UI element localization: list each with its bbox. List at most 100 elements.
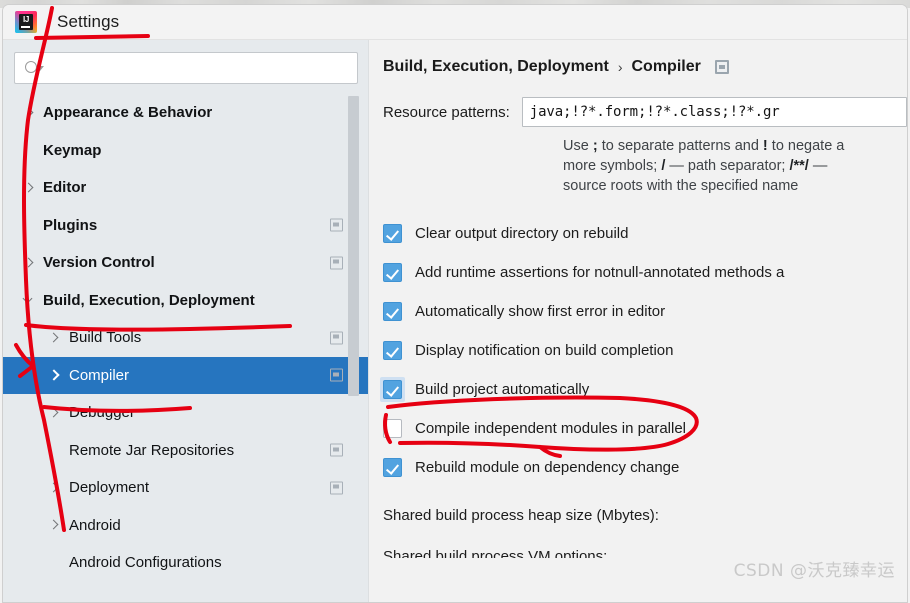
checkbox-row-display-notification-on-build-completion[interactable]: Display notification on build completion	[383, 331, 907, 370]
project-scope-icon[interactable]	[330, 218, 343, 232]
help-line: source roots with the specified name	[563, 178, 799, 194]
checkbox-label[interactable]: Rebuild module on dependency change	[415, 459, 679, 476]
checkbox-hitbox[interactable]	[380, 377, 405, 402]
chevron-right-icon[interactable]	[23, 108, 33, 118]
sidebar-item-appearance-behavior[interactable]: Appearance & Behavior	[3, 94, 369, 132]
sidebar-item-label: Appearance & Behavior	[43, 104, 213, 122]
chevron-right-icon[interactable]	[48, 408, 58, 418]
sidebar-item-label: Build Tools	[69, 329, 142, 347]
settings-sidebar: Appearance & Behavior Keymap Editor Plugins…	[3, 40, 369, 602]
chevron-right-icon[interactable]	[48, 520, 58, 530]
breadcrumb-root[interactable]: Build, Execution, Deployment	[383, 58, 609, 76]
sidebar-item-debugger[interactable]: Debugger	[3, 394, 369, 432]
checkbox-row-compile-independent-modules-in-parallel[interactable]: Compile independent modules in parallel	[383, 409, 907, 448]
checkbox-row-rebuild-module-on-dependency-change[interactable]: Rebuild module on dependency change	[383, 448, 907, 487]
settings-window-root: IJ Settings Appearance & Behavior Keymap E…	[0, 0, 910, 603]
breadcrumb-separator-icon: ›	[617, 59, 623, 75]
checkbox-checked-icon[interactable]	[383, 380, 402, 399]
checkbox-checked-icon[interactable]	[383, 458, 402, 477]
sidebar-scrollbar-thumb[interactable]	[348, 96, 359, 396]
chevron-down-icon	[36, 66, 44, 71]
chevron-right-icon[interactable]	[23, 183, 33, 193]
sidebar-item-editor[interactable]: Editor	[3, 169, 369, 207]
sidebar-item-deployment[interactable]: Deployment	[3, 469, 369, 507]
sidebar-scrollbar[interactable]	[348, 94, 359, 597]
help-line: more symbols; / — path separator; /**/ —	[563, 158, 828, 174]
chevron-right-icon[interactable]	[48, 333, 58, 343]
sidebar-item-version-control[interactable]: Version Control	[3, 244, 369, 282]
sidebar-item-label: Android	[69, 516, 121, 534]
sidebar-item-label: Editor	[43, 179, 87, 197]
project-scope-icon[interactable]	[714, 60, 729, 74]
sidebar-item-label: Compiler	[69, 366, 130, 384]
chevron-right-icon[interactable]	[48, 370, 58, 380]
sidebar-item-label: Android Configurations	[69, 554, 222, 572]
breadcrumb: Build, Execution, Deployment › Compiler	[369, 40, 907, 76]
checkbox-label[interactable]: Build project automatically	[415, 381, 589, 398]
settings-content-pane: Build, Execution, Deployment › Compiler …	[369, 40, 907, 602]
title-bar: IJ Settings	[3, 5, 907, 40]
search-input[interactable]	[41, 60, 357, 76]
window-title: Settings	[57, 12, 120, 31]
checkbox-hitbox[interactable]	[383, 224, 402, 243]
resource-patterns-row: Resource patterns: java;!?*.form;!?*.cla…	[369, 97, 907, 127]
sidebar-item-label: Plugins	[43, 216, 98, 234]
checkbox-row-add-runtime-assertions-for-notnull-annotated[interactable]: Add runtime assertions for notnull-annot…	[383, 253, 907, 292]
settings-tree: Appearance & Behavior Keymap Editor Plugins…	[3, 94, 369, 597]
intellij-idea-logo-icon: IJ	[15, 11, 37, 33]
search-box[interactable]	[14, 52, 358, 84]
chevron-right-icon[interactable]	[23, 258, 33, 268]
checkbox-hitbox[interactable]	[383, 458, 402, 477]
checkbox-checked-icon[interactable]	[383, 263, 402, 282]
resource-patterns-input[interactable]: java;!?*.form;!?*.class;!?*.gr	[521, 97, 907, 127]
project-scope-icon[interactable]	[330, 256, 343, 270]
checkbox-label[interactable]: Clear output directory on rebuild	[415, 225, 628, 242]
checkbox-unchecked-icon[interactable]	[383, 419, 402, 438]
project-scope-icon[interactable]	[330, 331, 343, 345]
sidebar-item-remote-jar-repositories[interactable]: Remote Jar Repositories	[3, 432, 369, 470]
sidebar-item-label: Deployment	[69, 479, 150, 497]
sidebar-item-keymap[interactable]: Keymap	[3, 132, 369, 170]
sidebar-item-android[interactable]: Android	[3, 507, 369, 545]
checkbox-label[interactable]: Display notification on build completion	[415, 342, 673, 359]
help-line: Use ; to separate patterns and ! to nega…	[563, 138, 845, 154]
heap-size-label: Shared build process heap size (Mbytes):	[383, 507, 659, 524]
sidebar-item-android-configurations[interactable]: Android Configurations	[3, 544, 369, 582]
project-scope-icon[interactable]	[330, 443, 343, 457]
dialog-body: Appearance & Behavior Keymap Editor Plugins…	[3, 40, 907, 602]
checkbox-hitbox[interactable]	[383, 263, 402, 282]
resource-patterns-label: Resource patterns:	[383, 103, 510, 121]
checkbox-label[interactable]: Compile independent modules in parallel	[415, 420, 686, 437]
checkbox-label[interactable]: Automatically show first error in editor	[415, 303, 665, 320]
chevron-down-icon[interactable]	[23, 295, 33, 305]
csdn-watermark: CSDN @沃克臻幸运	[733, 561, 895, 581]
compiler-options-list: Clear output directory on rebuild Add run…	[369, 214, 907, 487]
search-icon	[25, 60, 44, 76]
project-scope-icon[interactable]	[330, 368, 343, 382]
breadcrumb-leaf: Compiler	[631, 58, 701, 75]
resource-patterns-help: Use ; to separate patterns and ! to nega…	[563, 136, 907, 196]
checkbox-hitbox[interactable]	[383, 419, 402, 438]
sidebar-item-label: Debugger	[69, 404, 135, 422]
checkbox-label[interactable]: Add runtime assertions for notnull-annot…	[415, 264, 784, 281]
checkbox-row-automatically-show-first-error-in-editor[interactable]: Automatically show first error in editor	[383, 292, 907, 331]
sidebar-item-label: Version Control	[43, 254, 155, 272]
checkbox-hitbox[interactable]	[383, 341, 402, 360]
sidebar-search-area	[3, 40, 369, 94]
sidebar-item-build-tools[interactable]: Build Tools	[3, 319, 369, 357]
checkbox-row-clear-output-directory-on-rebuild[interactable]: Clear output directory on rebuild	[383, 214, 907, 253]
sidebar-item-label: Remote Jar Repositories	[69, 441, 235, 459]
checkbox-checked-icon[interactable]	[383, 341, 402, 360]
checkbox-row-build-project-automatically[interactable]: Build project automatically	[380, 370, 907, 409]
sidebar-item-plugins[interactable]: Plugins	[3, 207, 369, 245]
checkbox-checked-icon[interactable]	[383, 224, 402, 243]
sidebar-item-compiler[interactable]: Compiler	[3, 356, 369, 394]
chevron-right-icon[interactable]	[48, 483, 58, 493]
checkbox-hitbox[interactable]	[383, 302, 402, 321]
sidebar-item-label: Build, Execution, Deployment	[43, 291, 255, 309]
checkbox-checked-icon[interactable]	[383, 302, 402, 321]
project-scope-icon[interactable]	[330, 481, 343, 495]
sidebar-item-build-execution-deployment[interactable]: Build, Execution, Deployment	[3, 282, 369, 320]
settings-dialog: IJ Settings Appearance & Behavior Keymap E…	[2, 4, 908, 603]
resource-patterns-value: java;!?*.form;!?*.class;!?*.gr	[529, 104, 780, 120]
